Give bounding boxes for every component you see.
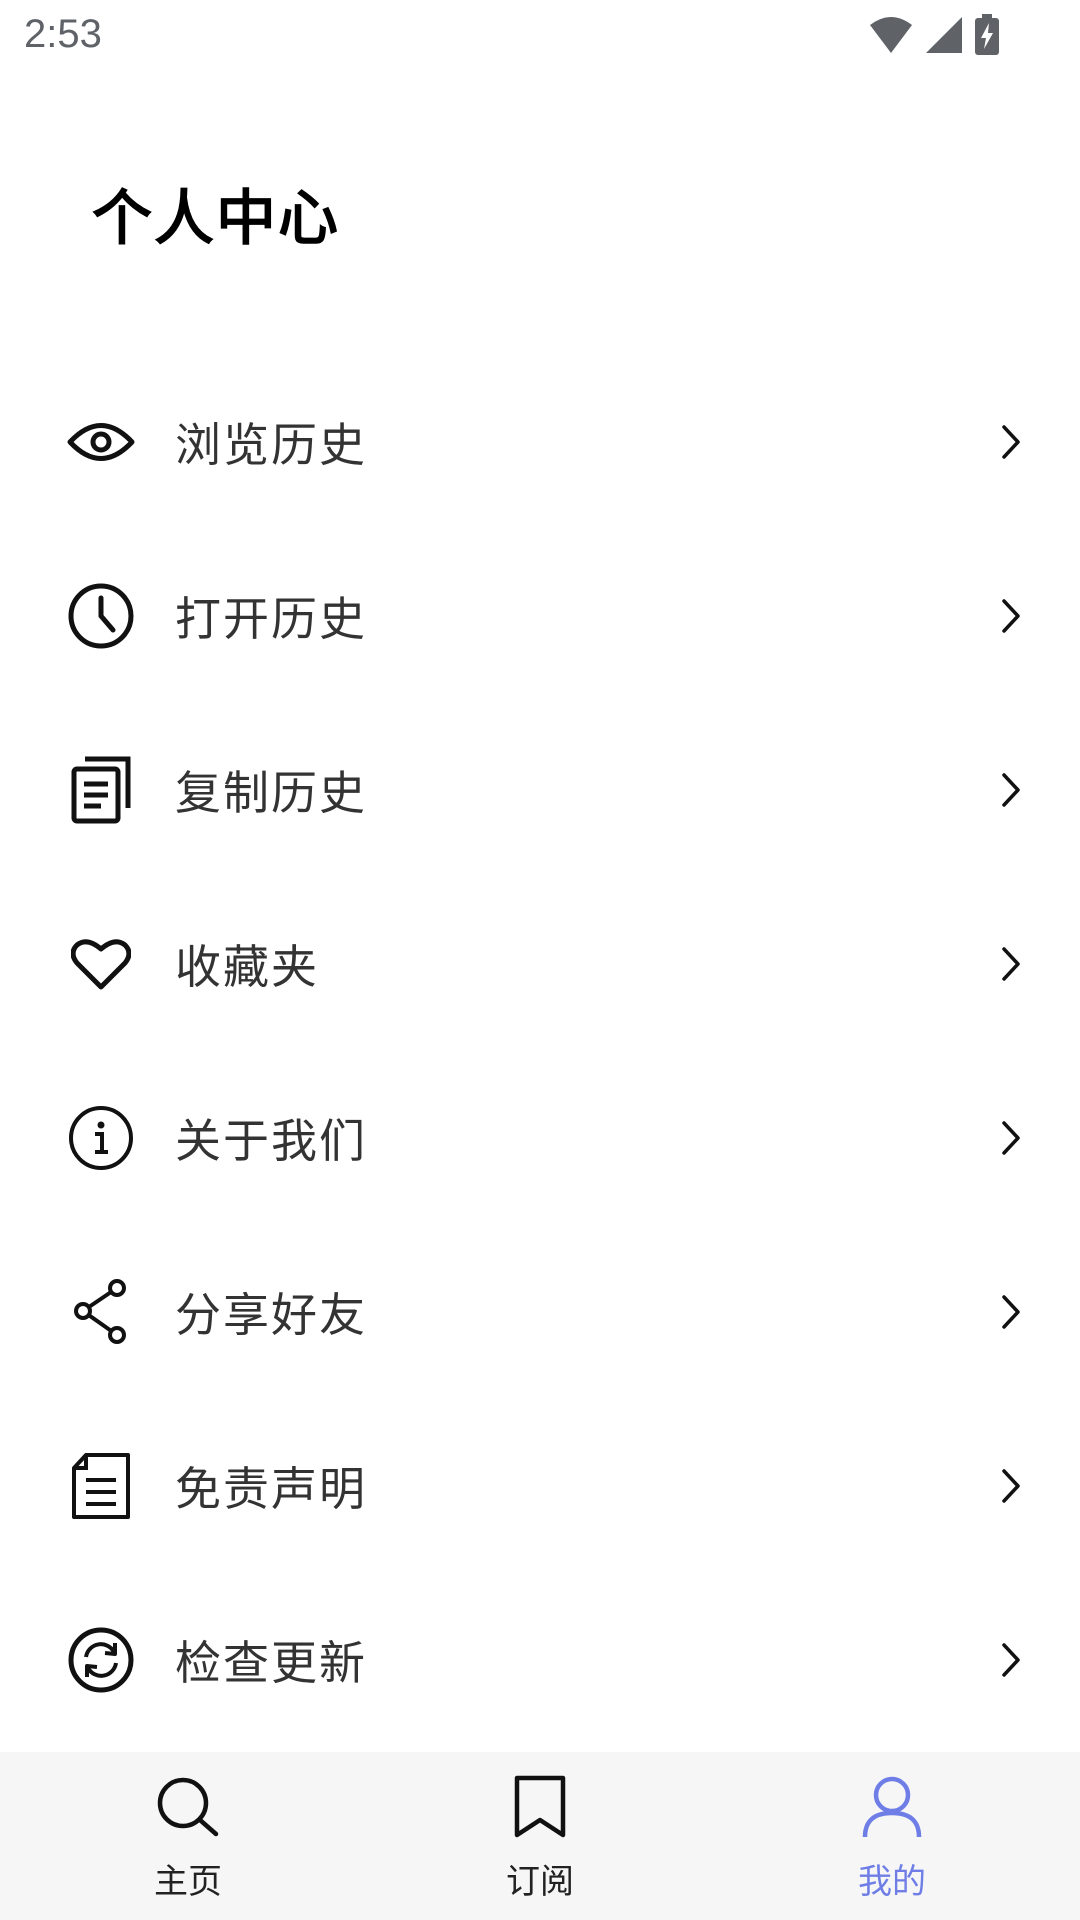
chevron-right-icon	[996, 1290, 1026, 1334]
chevron-right-icon	[996, 768, 1026, 812]
chevron-right-icon	[996, 942, 1026, 986]
cellular-signal-icon	[924, 15, 964, 55]
status-time: 2:53	[24, 12, 102, 56]
search-icon	[153, 1772, 223, 1842]
status-bar: 2:53	[0, 0, 1080, 75]
bottom-nav: 主页 订阅 我的	[0, 1752, 1080, 1920]
battery-charging-icon	[974, 14, 1000, 56]
copy-document-icon	[66, 755, 136, 825]
menu-item-label: 检查更新	[175, 1636, 367, 1690]
menu-item-label: 打开历史	[175, 592, 367, 646]
wifi-icon	[868, 15, 914, 55]
chevron-right-icon	[996, 1116, 1026, 1160]
status-icons	[868, 14, 1000, 56]
menu-item-label: 分享好友	[175, 1288, 367, 1342]
user-icon	[857, 1772, 927, 1842]
menu-item-label: 免责声明	[175, 1462, 367, 1516]
heart-icon	[66, 929, 136, 999]
chevron-right-icon	[996, 420, 1026, 464]
menu-item-about-us[interactable]: 关于我们	[0, 1051, 1080, 1225]
nav-subscribe-tab[interactable]: 订阅	[390, 1752, 690, 1920]
info-icon	[66, 1103, 136, 1173]
nav-mine-tab[interactable]: 我的	[742, 1752, 1042, 1920]
menu-item-open-history[interactable]: 打开历史	[0, 529, 1080, 703]
nav-home-tab[interactable]: 主页	[38, 1752, 338, 1920]
menu-item-favorites[interactable]: 收藏夹	[0, 877, 1080, 1051]
bookmark-icon	[505, 1772, 575, 1842]
menu-item-disclaimer[interactable]: 免责声明	[0, 1399, 1080, 1573]
chevron-right-icon	[996, 1638, 1026, 1682]
menu-item-label: 关于我们	[175, 1114, 367, 1168]
nav-mine-label: 我的	[858, 1862, 926, 1902]
menu-item-label: 收藏夹	[175, 940, 319, 994]
menu-item-label: 复制历史	[175, 766, 367, 820]
chevron-right-icon	[996, 1464, 1026, 1508]
clock-icon	[66, 581, 136, 651]
nav-home-label: 主页	[154, 1862, 222, 1902]
menu-item-browse-history[interactable]: 浏览历史	[0, 355, 1080, 529]
refresh-icon	[66, 1625, 136, 1695]
share-icon	[66, 1277, 136, 1347]
page-title: 个人中心	[92, 184, 340, 254]
document-icon	[66, 1451, 136, 1521]
menu-item-copy-history[interactable]: 复制历史	[0, 703, 1080, 877]
eye-icon	[66, 407, 136, 477]
menu-item-check-update[interactable]: 检查更新	[0, 1573, 1080, 1747]
nav-subscribe-label: 订阅	[506, 1862, 574, 1902]
menu-item-share-friends[interactable]: 分享好友	[0, 1225, 1080, 1399]
menu-item-label: 浏览历史	[175, 418, 367, 472]
chevron-right-icon	[996, 594, 1026, 638]
